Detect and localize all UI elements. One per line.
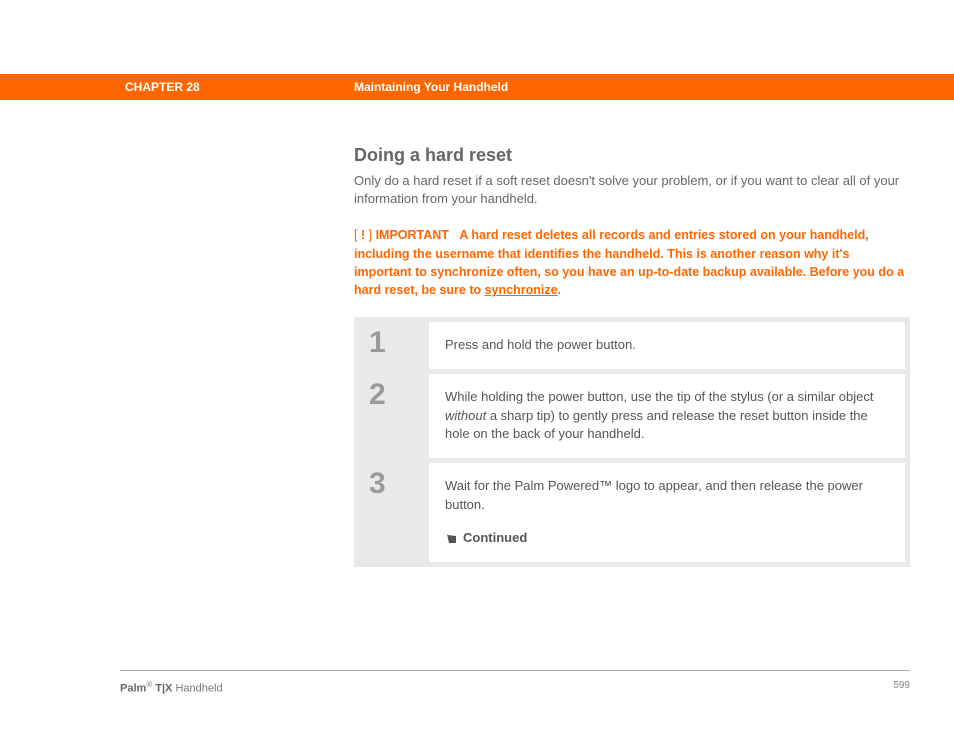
intro-text: Only do a hard reset if a soft reset doe… (354, 172, 910, 208)
step-row: 3 Wait for the Palm Powered™ logo to app… (359, 463, 905, 562)
step-row: 1 Press and hold the power button. (359, 322, 905, 369)
step-text: Wait for the Palm Powered™ logo to appea… (429, 463, 905, 562)
continued-label: Continued (463, 529, 527, 548)
synchronize-link[interactable]: synchronize (485, 283, 558, 297)
step-number-cell: 1 (359, 322, 429, 369)
page-number: 599 (893, 680, 910, 691)
step-number: 1 (369, 328, 386, 358)
header-title: Maintaining Your Handheld (354, 74, 508, 100)
footer-brand: Palm (120, 683, 146, 695)
step-number: 2 (369, 380, 386, 410)
header-bar: CHAPTER 28 Maintaining Your Handheld (0, 74, 954, 100)
content-area: Doing a hard reset Only do a hard reset … (354, 145, 910, 567)
step-number-cell: 3 (359, 463, 429, 562)
important-callout: [ ! ] IMPORTANT A hard reset deletes all… (354, 226, 910, 299)
exclamation-icon: ! (357, 228, 368, 242)
step-number: 3 (369, 469, 386, 499)
step-row: 2 While holding the power button, use th… (359, 374, 905, 459)
steps-container: 1 Press and hold the power button. 2 Whi… (354, 317, 910, 567)
arrow-down-right-icon (445, 532, 457, 544)
footer-product: Palm® T|X Handheld (120, 680, 223, 695)
step-text: Press and hold the power button. (429, 322, 905, 369)
section-title: Doing a hard reset (354, 145, 910, 166)
continued-row: Continued (445, 529, 889, 548)
important-label: IMPORTANT (376, 228, 449, 242)
footer-rule (120, 670, 910, 671)
step-number-cell: 2 (359, 374, 429, 459)
footer-model: T|X (152, 683, 172, 695)
footer-product-word: Handheld (172, 683, 222, 695)
bracket-close: ] (369, 228, 372, 242)
step-text: While holding the power button, use the … (429, 374, 905, 459)
page: CHAPTER 28 Maintaining Your Handheld Doi… (0, 0, 954, 738)
important-text-tail: . (558, 283, 561, 297)
chapter-label: CHAPTER 28 (125, 74, 200, 100)
